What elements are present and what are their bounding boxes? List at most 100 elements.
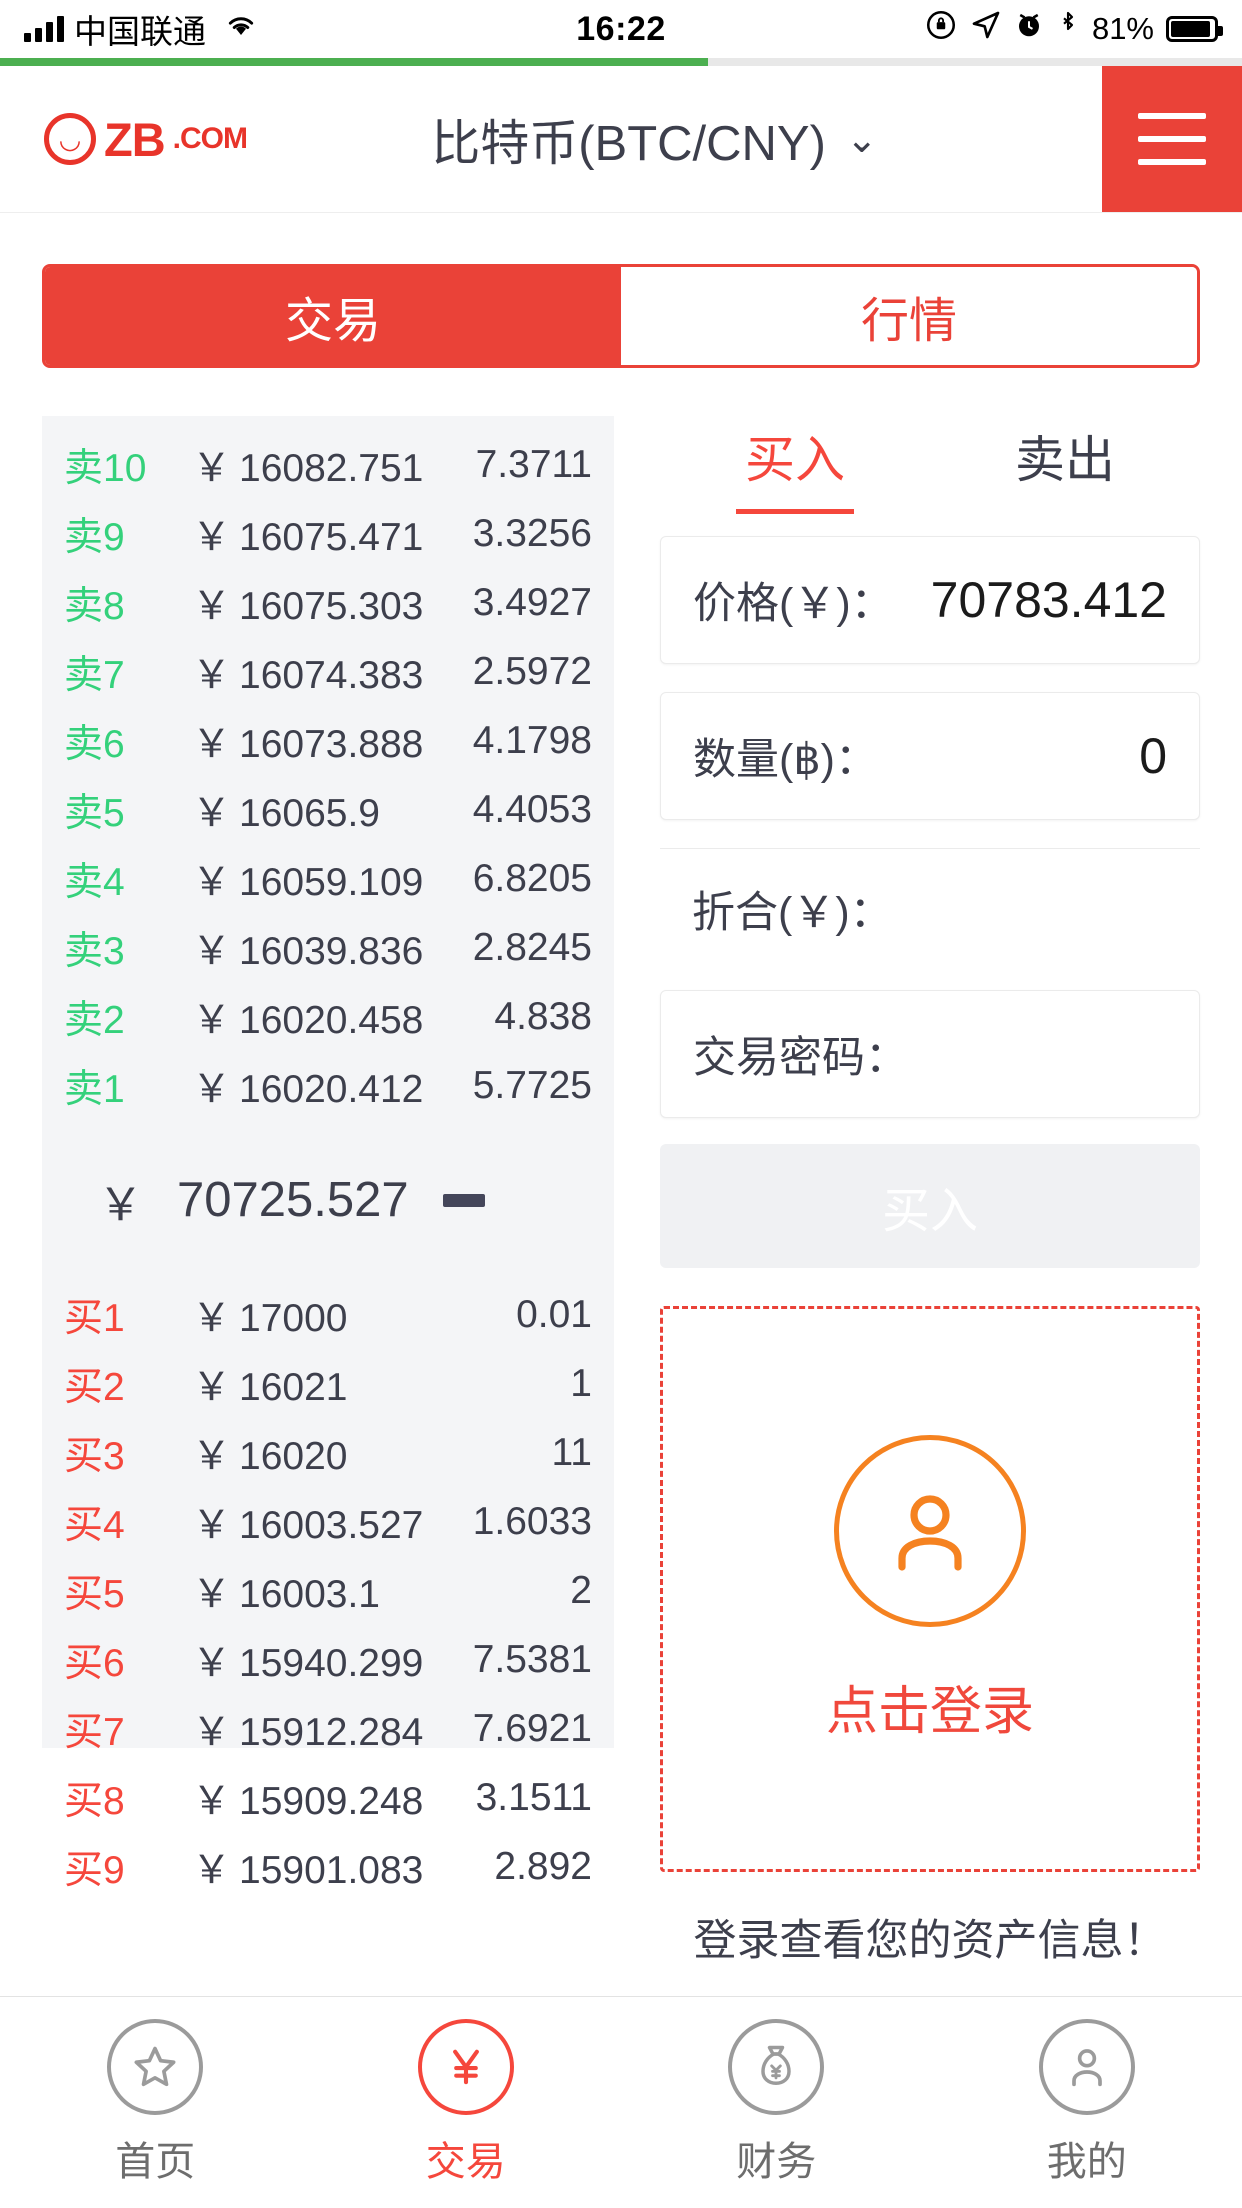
- order-book-row[interactable]: 卖9 ￥ 16075.471 3.3256: [64, 499, 592, 568]
- order-row-label: 卖5: [64, 791, 125, 835]
- order-row-label: 买6: [64, 1641, 125, 1685]
- order-row-price: ￥ 16059.109: [192, 860, 424, 904]
- tabbar-item-trade[interactable]: 交易: [311, 2018, 622, 2187]
- order-row-label: 卖10: [64, 446, 147, 490]
- order-book-row[interactable]: 买5 ￥ 16003.1 2: [64, 1556, 592, 1625]
- amount-field[interactable]: 数量(฿)： 0: [660, 692, 1200, 820]
- order-book-row[interactable]: 卖10 ￥ 16082.751 7.3711: [64, 430, 592, 499]
- price-field[interactable]: 价格(￥)： 70783.412: [660, 536, 1200, 664]
- tab-buy[interactable]: 买入: [660, 416, 930, 508]
- order-row-amount: 0.01: [516, 1292, 592, 1336]
- order-row-price: ￥ 16020: [192, 1434, 348, 1478]
- pair-selector[interactable]: 比特币(BTC/CNY) ⌄: [207, 66, 1102, 212]
- buy-orders-list: 买1 ￥ 17000 0.01 买2 ￥ 16021 1 买3 ￥ 16020 11 买4 ￥ 16003.…: [64, 1280, 592, 1901]
- app-header: ◡ ZB .COM 比特币(BTC/CNY) ⌄: [0, 66, 1242, 213]
- order-row-label: 买8: [64, 1779, 125, 1823]
- order-row-amount: 2.8245: [472, 925, 592, 969]
- order-row-price: ￥ 17000: [192, 1296, 348, 1340]
- submit-buy-button[interactable]: 买入: [660, 1144, 1200, 1268]
- tab-trade[interactable]: 交易: [45, 267, 621, 365]
- order-row-price: ￥ 15901.083: [192, 1848, 424, 1892]
- order-book-row[interactable]: 卖3 ￥ 16039.836 2.8245: [64, 913, 592, 982]
- tabbar-label-finance: 财务: [736, 2139, 817, 2184]
- order-row-amount: 3.1511: [475, 1775, 592, 1819]
- star-icon: [107, 2018, 204, 2115]
- order-row-label: 卖9: [64, 515, 125, 559]
- order-row-price: ￥ 16020.458: [192, 998, 424, 1042]
- order-book-row[interactable]: 卖6 ￥ 16073.888 4.1798: [64, 706, 592, 775]
- order-row-label: 买9: [64, 1848, 125, 1892]
- order-row-amount: 1: [570, 1361, 592, 1405]
- hamburger-menu-icon[interactable]: [1102, 66, 1242, 212]
- order-row-price: ￥ 16021: [192, 1365, 348, 1409]
- page-load-progress: [0, 58, 1242, 66]
- tabbar-label-home: 首页: [115, 2139, 196, 2184]
- order-book-row[interactable]: 买8 ￥ 15909.248 3.1511: [64, 1763, 592, 1832]
- logo-text: ZB: [104, 112, 166, 166]
- order-row-price: ￥ 16082.751: [192, 446, 424, 490]
- order-book-row[interactable]: 卖4 ￥ 16059.109 6.8205: [64, 844, 592, 913]
- order-row-amount: 7.3711: [475, 442, 592, 486]
- tab-market[interactable]: 行情: [621, 267, 1197, 365]
- order-row-price: ￥ 16039.836: [192, 929, 424, 973]
- order-row-label: 卖3: [64, 929, 125, 973]
- tabbar-item-mine[interactable]: 我的: [932, 2018, 1242, 2187]
- order-row-amount: 4.4053: [472, 787, 592, 831]
- money-bag-icon: [728, 2018, 825, 2115]
- order-row-amount: 3.4927: [472, 580, 592, 624]
- tabbar-label-mine: 我的: [1046, 2139, 1127, 2184]
- order-row-label: 卖8: [64, 584, 125, 628]
- order-book-row[interactable]: 买9 ￥ 15901.083 2.892: [64, 1832, 592, 1901]
- order-row-amount: 5.7725: [472, 1063, 592, 1107]
- order-book-row[interactable]: 卖8 ￥ 16075.303 3.4927: [64, 568, 592, 637]
- order-row-price: ￥ 16073.888: [192, 722, 424, 766]
- tab-sell[interactable]: 卖出: [930, 416, 1200, 508]
- order-book-row[interactable]: 买1 ￥ 17000 0.01: [64, 1280, 592, 1349]
- trade-password-field[interactable]: 交易密码：: [660, 990, 1200, 1118]
- order-book-row[interactable]: 卖1 ￥ 16020.412 5.7725: [64, 1051, 592, 1120]
- order-side-tabs: 买入 卖出: [660, 416, 1200, 508]
- login-prompt-box[interactable]: 点击登录: [660, 1306, 1200, 1872]
- tabbar-item-finance[interactable]: 财务: [621, 2018, 932, 2187]
- order-row-price: ￥ 15909.248: [192, 1779, 424, 1823]
- last-price-symbol: ￥: [98, 1178, 144, 1230]
- trade-body: 卖10 ￥ 16082.751 7.3711 卖9 ￥ 16075.471 3.3256 卖8 ￥…: [0, 368, 1242, 1965]
- pair-name-label: 比特币(BTC/CNY): [431, 116, 826, 171]
- order-book-row[interactable]: 买6 ￥ 15940.299 7.5381: [64, 1625, 592, 1694]
- person-icon: [1038, 2018, 1135, 2115]
- order-row-amount: 1.6033: [472, 1499, 592, 1543]
- order-row-price: ￥ 16020.412: [192, 1067, 424, 1111]
- tabbar-item-home[interactable]: 首页: [0, 2018, 311, 2187]
- order-row-label: 买4: [64, 1503, 125, 1547]
- flat-dash-icon: [442, 1193, 485, 1207]
- order-book-row[interactable]: 卖5 ￥ 16065.9 4.4053: [64, 775, 592, 844]
- bottom-tab-bar: 首页 交易 财务 我的: [0, 1996, 1242, 2208]
- order-row-label: 买3: [64, 1434, 125, 1478]
- price-value: 70783.412: [930, 572, 1167, 628]
- total-label: 折合(￥)：: [692, 888, 893, 937]
- order-row-price: ￥ 16003.527: [192, 1503, 424, 1547]
- order-book-row[interactable]: 买7 ￥ 15912.284 7.6921: [64, 1694, 592, 1763]
- order-row-amount: 2: [570, 1568, 592, 1612]
- order-row-label: 卖4: [64, 860, 125, 904]
- last-price-value: 70725.527: [177, 1173, 409, 1227]
- order-row-price: ￥ 16074.383: [192, 653, 424, 697]
- login-hint-label: 登录查看您的资产信息！: [693, 1917, 1167, 1965]
- trade-password-label: 交易密码：: [693, 1034, 908, 1082]
- order-row-amount: 7.5381: [472, 1637, 592, 1681]
- order-row-amount: 4.838: [494, 994, 592, 1038]
- yuan-exchange-icon: [417, 2018, 514, 2115]
- order-book-row[interactable]: 买2 ￥ 16021 1: [64, 1349, 592, 1418]
- zb-mark-icon: ◡: [44, 113, 96, 165]
- order-book-row[interactable]: 卖7 ￥ 16074.383 2.5972: [64, 637, 592, 706]
- order-book-row[interactable]: 买4 ￥ 16003.527 1.6033: [64, 1487, 592, 1556]
- order-row-amount: 2.5972: [472, 649, 592, 693]
- order-row-price: ￥ 16003.1: [192, 1572, 380, 1616]
- order-row-label: 卖7: [64, 653, 125, 697]
- order-book-row[interactable]: 买3 ￥ 16020 11: [64, 1418, 592, 1487]
- tabbar-label-trade: 交易: [425, 2139, 506, 2184]
- order-row-price: ￥ 16075.303: [192, 584, 424, 628]
- order-book-row[interactable]: 卖2 ￥ 16020.458 4.838: [64, 982, 592, 1051]
- order-row-amount: 4.1798: [472, 718, 592, 762]
- order-row-amount: 7.6921: [472, 1706, 592, 1750]
